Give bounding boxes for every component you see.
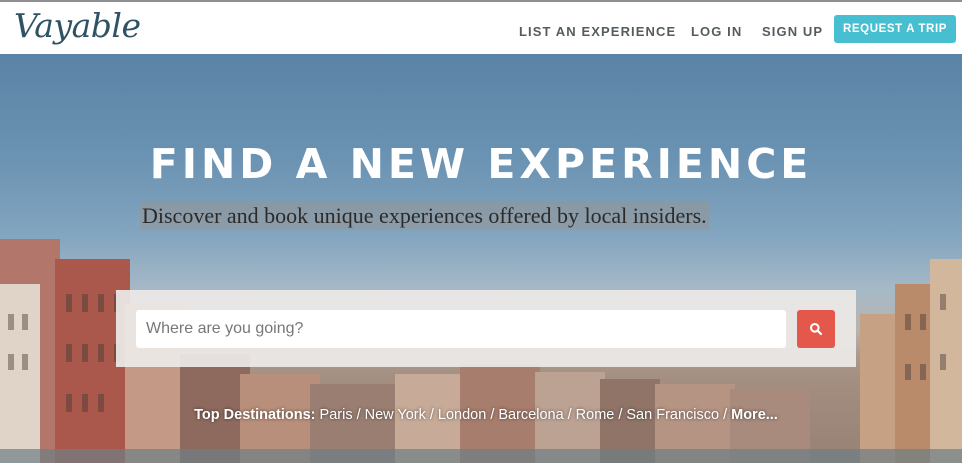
search-panel xyxy=(116,290,856,367)
more-destinations-link[interactable]: More... xyxy=(731,407,778,423)
site-header: Vayable LIST AN EXPERIENCE LOG IN SIGN U… xyxy=(0,2,962,54)
destination-link-san-francisco[interactable]: San Francisco xyxy=(626,407,719,423)
separator: / xyxy=(618,407,623,423)
separator: / xyxy=(723,407,728,423)
top-destinations-label: Top Destinations: xyxy=(194,407,316,423)
top-destinations: Top Destinations: Paris / New York / London /… xyxy=(0,407,962,423)
search-button[interactable] xyxy=(797,310,835,348)
separator: / xyxy=(356,407,361,423)
separator: / xyxy=(490,407,495,423)
destination-link-paris[interactable]: Paris xyxy=(320,407,353,423)
separator: / xyxy=(567,407,572,423)
destination-link-new-york[interactable]: New York xyxy=(365,407,426,423)
hero-title: FIND A NEW EXPERIENCE xyxy=(149,140,813,188)
request-trip-button[interactable]: REQUEST A TRIP xyxy=(834,15,956,43)
hero-section: FIND A NEW EXPERIENCE Discover and book … xyxy=(0,54,962,463)
destination-search-input[interactable] xyxy=(136,310,786,348)
login-link[interactable]: LOG IN xyxy=(691,24,742,39)
signup-link[interactable]: SIGN UP xyxy=(762,24,823,39)
vayable-logo[interactable]: Vayable xyxy=(14,6,141,45)
search-icon xyxy=(810,323,823,336)
list-experience-link[interactable]: LIST AN EXPERIENCE xyxy=(519,24,676,39)
hero-subtitle: Discover and book unique experiences off… xyxy=(140,202,709,230)
destination-link-london[interactable]: London xyxy=(438,407,486,423)
separator: / xyxy=(429,407,434,423)
destination-link-rome[interactable]: Rome xyxy=(576,407,615,423)
destination-link-barcelona[interactable]: Barcelona xyxy=(498,407,563,423)
venice-background-image xyxy=(0,239,962,463)
